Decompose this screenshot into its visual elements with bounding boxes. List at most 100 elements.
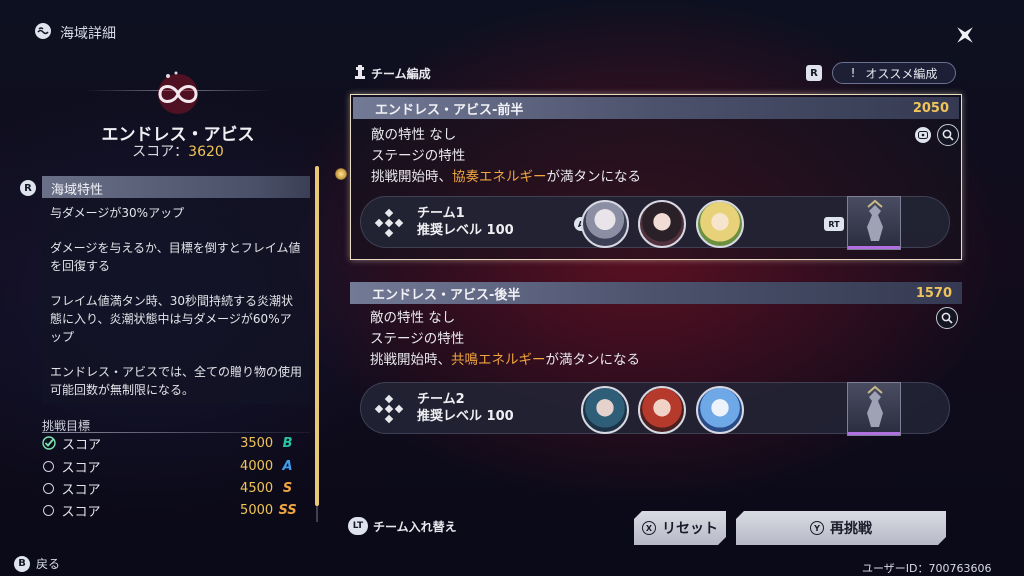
incomplete-circle-icon	[42, 481, 55, 495]
character-avatar[interactable]	[581, 200, 629, 248]
rank-s-icon: S	[282, 480, 293, 496]
reset-button[interactable]: X リセット	[634, 511, 726, 545]
echo-figure-icon	[867, 199, 883, 241]
team-name: チーム1	[417, 206, 465, 221]
goal-row: スコア 4500 S	[42, 478, 302, 498]
goal-label: スコア	[61, 504, 101, 520]
echo-slot[interactable]	[847, 382, 901, 436]
stage-score: 2050	[912, 100, 949, 116]
exclamation-icon: !	[850, 66, 856, 80]
stage-second-half[interactable]: エンドレス・アビス-後半 1570 敵の特性 なし ステージの特性 挑戦開始時、…	[350, 282, 962, 378]
goal-value: 3500	[240, 435, 274, 451]
stage-details: 敵の特性 なし ステージの特性 挑戦開始時、共鳴エネルギーが満タンになる	[350, 304, 962, 371]
stage-header: エンドレス・アビス-前半 2050	[353, 97, 959, 119]
team-formation-label: チーム編成	[371, 67, 431, 81]
effect-suffix: が満タンになる	[546, 169, 642, 185]
lt-key-icon: LT	[348, 517, 368, 535]
stage-details: 敵の特性 なし ステージの特性 挑戦開始時、協奏エネルギーが満タンになる	[351, 121, 961, 188]
goal-row: スコア 4000 A	[42, 456, 302, 476]
echo-figure-icon	[867, 385, 883, 427]
team-info: チーム2 推奨レベル 100	[417, 391, 514, 425]
recommend-area: R ! オススメ編成	[806, 62, 956, 84]
team-name: チーム2	[417, 392, 465, 407]
character-avatar[interactable]	[638, 386, 686, 434]
enemy-search-button[interactable]	[936, 307, 958, 329]
character-avatar[interactable]	[696, 386, 744, 434]
retry-button[interactable]: Y 再挑戦	[736, 511, 946, 545]
recommend-formation-button[interactable]: ! オススメ編成	[832, 62, 956, 84]
feature-key-badge: R	[20, 180, 36, 196]
stage-score: 1570	[915, 285, 952, 301]
character-avatar[interactable]	[696, 200, 744, 248]
search-icon	[941, 312, 953, 324]
goal-label: スコア	[61, 460, 101, 476]
close-icon	[957, 27, 973, 43]
feature-paragraph: エンドレス・アビスでは、全ての贈り物の使用可能回数が無制限になる。	[50, 365, 303, 397]
reset-label: リセット	[662, 521, 718, 537]
feature-paragraph: フレイム値満タン時、30秒間持続する炎潮状態に入り、炎潮状態中は与ダメージが60…	[50, 294, 294, 344]
enemy-traits: 敵の特性 なし	[370, 310, 456, 326]
character-avatar[interactable]	[581, 386, 629, 434]
rank-b-icon: B	[282, 435, 293, 451]
effect-prefix: 挑戦開始時、	[370, 352, 451, 368]
rank-a-icon: A	[282, 458, 293, 474]
stage-traits-label: ステージの特性	[371, 148, 466, 164]
team-formation-icon	[374, 394, 404, 424]
goal-label: スコア	[61, 482, 101, 498]
effect-suffix: が満タンになる	[545, 352, 641, 368]
area-score-value: 3620	[188, 144, 224, 160]
search-icon	[942, 129, 954, 141]
team-info: チーム1 推奨レベル 100	[417, 205, 514, 239]
back-button[interactable]: B 戻る	[14, 555, 60, 572]
stage-header: エンドレス・アビス-後半 1570	[350, 282, 962, 304]
incomplete-circle-icon	[42, 503, 55, 517]
team-card-2[interactable]: チーム2 推奨レベル 100	[360, 382, 950, 436]
stage-effect: 挑戦開始時、協奏エネルギーが満タンになる	[371, 167, 961, 188]
chess-piece-icon	[354, 64, 366, 83]
back-label: 戻る	[36, 557, 61, 571]
rt-key-icon: RT	[824, 217, 844, 231]
header: 海域詳細	[34, 22, 116, 44]
character-avatar[interactable]	[638, 200, 686, 248]
goal-row: スコア 5000 SS	[42, 500, 302, 520]
echo-slot[interactable]	[847, 196, 901, 250]
abyss-emblem-icon	[146, 66, 210, 118]
stage-name: エンドレス・アビス-後半	[372, 287, 521, 303]
recommend-formation-label: オススメ編成	[865, 66, 938, 81]
goal-value: 4500	[240, 480, 274, 496]
close-button[interactable]	[948, 18, 982, 52]
feature-description: 与ダメージが30%アップ ダメージを与えるか、目標を倒すとフレイム値を回復する …	[42, 198, 310, 404]
stage-name: エンドレス・アビス-前半	[375, 102, 524, 118]
team-formation-icon	[374, 208, 404, 238]
r-key-icon: R	[806, 65, 822, 81]
stage-traits-label: ステージの特性	[370, 331, 465, 347]
area-score: スコア：3620	[60, 141, 296, 161]
check-icon	[42, 436, 56, 450]
retry-label: 再挑戦	[830, 521, 872, 537]
incomplete-circle-icon	[42, 459, 55, 473]
enemy-search-button[interactable]	[937, 124, 959, 146]
page-title: 海域詳細	[60, 26, 116, 42]
goal-label: スコア	[62, 437, 102, 453]
scrollbar-thumb[interactable]	[315, 166, 319, 506]
goal-value: 4000	[240, 458, 274, 474]
team-formation-title: チーム編成	[354, 64, 431, 83]
y-key-icon: Y	[810, 521, 824, 535]
team-card-1[interactable]: チーム1 推奨レベル 100 A RT	[360, 196, 950, 250]
goal-row: スコア 3500 B	[42, 433, 302, 453]
goal-value: 5000	[240, 502, 274, 518]
swap-team-label: チーム入れ替え	[373, 519, 457, 534]
rank-ss-icon: SS	[278, 502, 297, 518]
team-level: 推奨レベル 100	[417, 223, 514, 238]
effect-highlight: 協奏エネルギー	[452, 169, 547, 185]
feature-paragraph: 与ダメージが30%アップ	[50, 206, 185, 220]
feature-heading: 海域特性	[42, 176, 310, 198]
area-score-label: スコア：	[132, 144, 189, 160]
user-id: ユーザーID：700763606	[862, 562, 992, 575]
panel-indicator-dot	[335, 168, 347, 180]
sea-area-icon	[34, 22, 52, 44]
swap-team-button[interactable]: LT チーム入れ替え	[348, 517, 457, 535]
info-icon[interactable]	[915, 127, 931, 143]
b-key-icon: B	[14, 555, 30, 572]
enemy-traits: 敵の特性 なし	[371, 127, 457, 143]
